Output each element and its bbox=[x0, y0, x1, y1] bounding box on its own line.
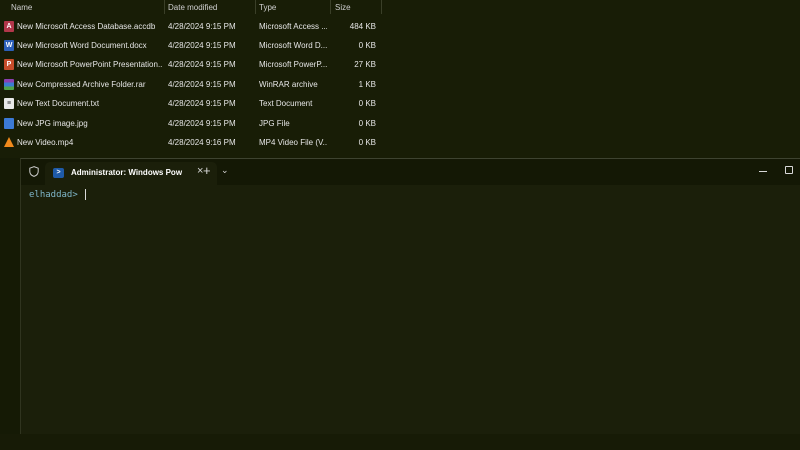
file-name: New Compressed Archive Folder.rar bbox=[17, 80, 146, 89]
file-size: 27 KB bbox=[354, 60, 376, 69]
tab-administrator-powershell[interactable]: > Administrator: Windows Pow × bbox=[45, 162, 217, 185]
tab-title: Administrator: Windows Pow bbox=[71, 168, 183, 177]
file-type: Microsoft Access ... bbox=[259, 22, 327, 31]
file-type: MP4 Video File (V... bbox=[259, 138, 327, 147]
terminal-console[interactable]: elhaddad> bbox=[21, 185, 800, 435]
column-header-name[interactable]: Name bbox=[11, 3, 32, 12]
vlc-video-icon bbox=[4, 137, 14, 147]
file-type: Microsoft Word D... bbox=[259, 41, 327, 50]
file-date: 4/28/2024 9:15 PM bbox=[168, 99, 236, 108]
file-row-access[interactable]: A New Microsoft Access Database.accdb 4/… bbox=[0, 17, 382, 36]
column-header-row: Name Date modified Type Size bbox=[0, 0, 382, 14]
new-tab-button[interactable]: + bbox=[203, 163, 211, 178]
file-name: New Microsoft Access Database.accdb bbox=[17, 22, 156, 31]
file-size: 0 KB bbox=[358, 41, 376, 50]
column-divider[interactable] bbox=[164, 0, 165, 14]
file-name: New JPG image.jpg bbox=[17, 119, 88, 128]
file-type: JPG File bbox=[259, 119, 290, 128]
desktop-background-strip bbox=[0, 434, 800, 450]
file-name: New Text Document.txt bbox=[17, 99, 100, 108]
file-type: Microsoft PowerP... bbox=[259, 60, 327, 69]
file-date: 4/28/2024 9:15 PM bbox=[168, 119, 236, 128]
file-date: 4/28/2024 9:15 PM bbox=[168, 22, 236, 31]
column-divider[interactable] bbox=[255, 0, 256, 14]
file-type: Text Document bbox=[259, 99, 313, 108]
file-row-text[interactable]: ≡ New Text Document.txt 4/28/2024 9:15 P… bbox=[0, 94, 382, 113]
file-row-rar[interactable]: New Compressed Archive Folder.rar 4/28/2… bbox=[0, 75, 382, 94]
file-date: 4/28/2024 9:15 PM bbox=[168, 41, 236, 50]
file-size: 0 KB bbox=[358, 99, 376, 108]
word-file-icon: W bbox=[4, 40, 14, 51]
file-date: 4/28/2024 9:15 PM bbox=[168, 80, 236, 89]
column-header-size[interactable]: Size bbox=[335, 3, 351, 12]
powerpoint-file-icon: P bbox=[4, 59, 14, 70]
file-size: 0 KB bbox=[358, 119, 376, 128]
file-row-powerpoint[interactable]: P New Microsoft PowerPoint Presentation.… bbox=[0, 55, 382, 74]
column-divider[interactable] bbox=[330, 0, 331, 14]
powershell-icon: > bbox=[53, 168, 64, 178]
chevron-down-icon[interactable]: ⌄ bbox=[221, 165, 229, 176]
file-explorer-list: Name Date modified Type Size A New Micro… bbox=[0, 0, 800, 158]
terminal-window: > Administrator: Windows Pow × + ⌄ elhad… bbox=[20, 158, 800, 435]
column-header-type[interactable]: Type bbox=[259, 3, 276, 12]
file-row-word[interactable]: W New Microsoft Word Document.docx 4/28/… bbox=[0, 36, 382, 55]
access-file-icon: A bbox=[4, 21, 14, 32]
file-size: 1 KB bbox=[358, 80, 376, 89]
column-header-date-modified[interactable]: Date modified bbox=[168, 3, 217, 12]
file-type: WinRAR archive bbox=[259, 80, 318, 89]
rar-archive-icon bbox=[4, 79, 14, 90]
file-name: New Microsoft PowerPoint Presentation...… bbox=[17, 60, 163, 69]
jpg-file-icon bbox=[4, 118, 14, 129]
file-date: 4/28/2024 9:15 PM bbox=[168, 60, 236, 69]
file-row-video[interactable]: New Video.mp4 4/28/2024 9:16 PM MP4 Vide… bbox=[0, 133, 382, 152]
text-file-icon: ≡ bbox=[4, 98, 14, 109]
maximize-button[interactable] bbox=[785, 166, 793, 174]
file-name: New Video.mp4 bbox=[17, 138, 74, 147]
file-size: 484 KB bbox=[349, 22, 376, 31]
file-date: 4/28/2024 9:16 PM bbox=[168, 138, 236, 147]
minimize-button[interactable] bbox=[759, 171, 767, 172]
file-size: 0 KB bbox=[358, 138, 376, 147]
shell-prompt: elhaddad> bbox=[29, 190, 78, 200]
terminal-tab-bar: > Administrator: Windows Pow × + ⌄ bbox=[21, 159, 800, 185]
file-name: New Microsoft Word Document.docx bbox=[17, 41, 147, 50]
text-cursor bbox=[85, 189, 86, 200]
file-row-jpg[interactable]: New JPG image.jpg 4/28/2024 9:15 PM JPG … bbox=[0, 114, 382, 133]
shield-icon bbox=[29, 166, 39, 177]
column-divider[interactable] bbox=[381, 0, 382, 14]
